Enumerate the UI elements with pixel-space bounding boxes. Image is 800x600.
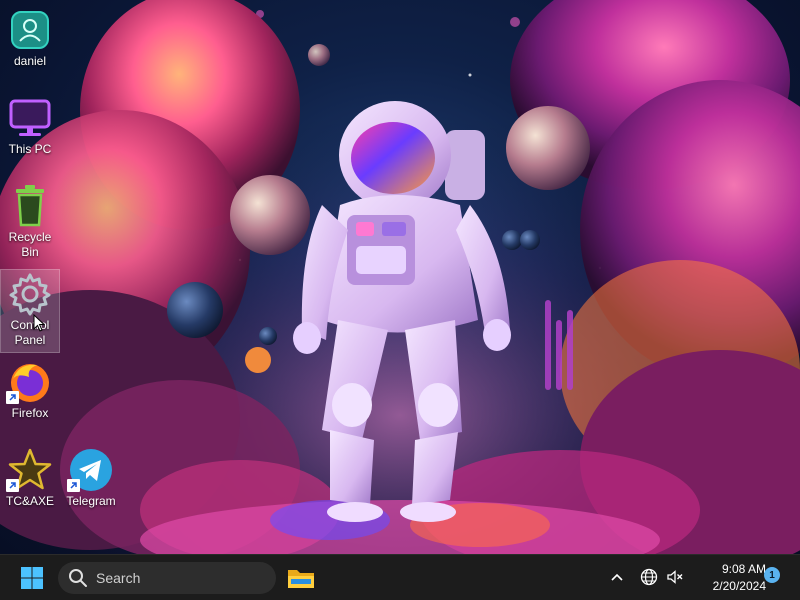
search-icon xyxy=(69,569,87,587)
desktop-icon-recycle-bin[interactable]: Recycle Bin xyxy=(0,182,60,260)
taskbar-clock[interactable]: 9:08 AM 2/20/2024 xyxy=(688,561,766,595)
recycle-bin-icon xyxy=(6,182,54,230)
desktop-icon-label: Control Panel xyxy=(10,318,50,347)
firefox-icon xyxy=(6,358,54,406)
start-button[interactable] xyxy=(14,564,50,592)
globe-icon xyxy=(640,568,658,586)
monitor-icon xyxy=(6,94,54,142)
desktop-icon-control-panel[interactable]: Control Panel xyxy=(0,269,60,353)
user-folder-icon xyxy=(6,6,54,54)
desktop-icon-firefox[interactable]: Firefox xyxy=(0,358,60,421)
speaker-muted-icon xyxy=(667,570,683,584)
desktop-icon-label: Telegram xyxy=(66,494,116,508)
notification-badge[interactable]: 1 xyxy=(764,567,780,583)
shortcut-arrow-icon xyxy=(6,391,19,404)
telegram-icon xyxy=(67,446,115,494)
desktop-icon-label: Firefox xyxy=(11,406,49,420)
shortcut-arrow-icon xyxy=(67,479,80,492)
gear-icon xyxy=(6,270,54,318)
taskbar-search-box[interactable]: Search xyxy=(58,562,276,594)
desktop-icon-label: Recycle Bin xyxy=(8,230,52,259)
desktop-icon-daniel[interactable]: daniel xyxy=(0,6,60,69)
star-icon xyxy=(6,446,54,494)
shortcut-arrow-icon xyxy=(6,479,19,492)
desktop-icon-tc-axe[interactable]: TC&AXE xyxy=(0,446,60,509)
show-hidden-icons-button[interactable] xyxy=(606,566,628,588)
desktop-icon-label: daniel xyxy=(13,54,47,68)
windows-logo-icon xyxy=(21,567,43,589)
taskbar-file-explorer[interactable] xyxy=(284,562,318,594)
desktop-icon-telegram[interactable]: Telegram xyxy=(61,446,121,509)
desktop-icon-label: TC&AXE xyxy=(5,494,54,508)
taskbar: Search 9:08 AM 2/20/2024 xyxy=(0,554,800,600)
desktop-icon-label: This PC xyxy=(8,142,52,156)
clock-date: 2/20/2024 xyxy=(712,579,766,593)
language-button[interactable] xyxy=(638,566,660,588)
volume-button[interactable] xyxy=(664,566,686,588)
desktop-icon-this-pc[interactable]: This PC xyxy=(0,94,60,157)
search-placeholder: Search xyxy=(96,570,141,586)
clock-time: 9:08 AM xyxy=(721,562,766,576)
mouse-cursor-icon xyxy=(33,313,46,337)
file-explorer-icon xyxy=(288,570,314,588)
chevron-up-icon xyxy=(611,573,623,581)
